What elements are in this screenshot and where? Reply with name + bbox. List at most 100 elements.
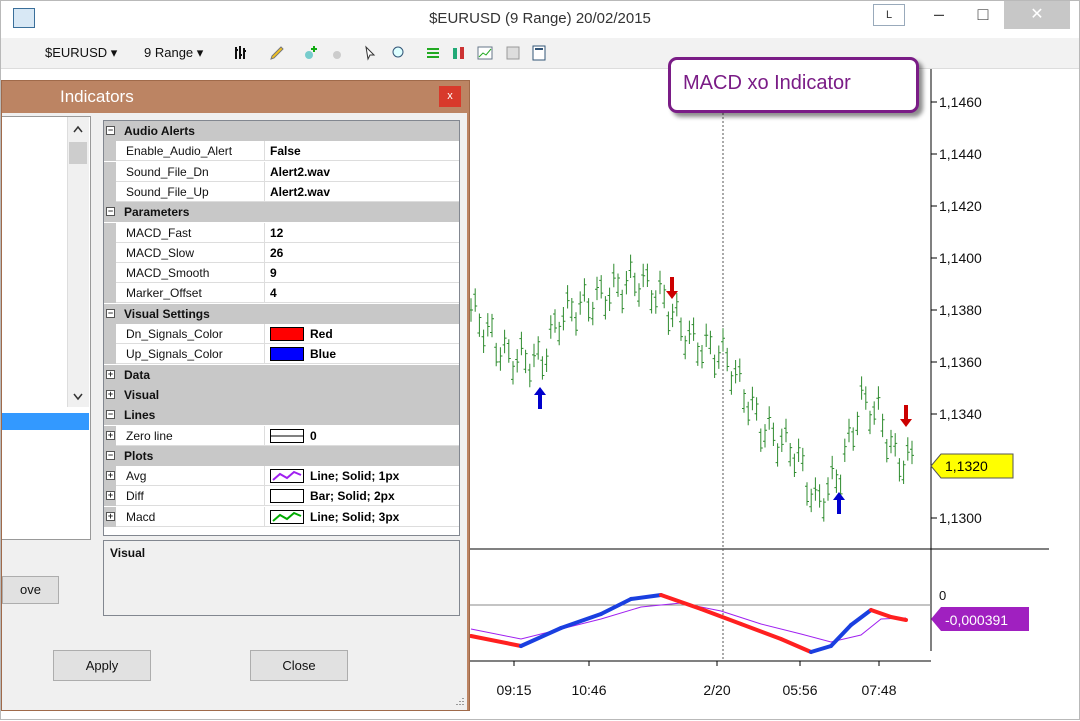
chart-style-icon[interactable] [477, 45, 493, 61]
column-divider [264, 181, 265, 202]
grid-category[interactable]: − Visual Settings [104, 303, 459, 324]
property-value[interactable]: False [270, 144, 301, 158]
maximize-button[interactable]: □ [961, 1, 1005, 31]
instrument-dropdown[interactable]: $EURUSD ▾ [45, 45, 117, 61]
zoom-icon[interactable] [391, 45, 407, 61]
property-label: Visual [124, 387, 160, 402]
grid-category[interactable]: + Data [104, 364, 459, 385]
column-divider [264, 344, 265, 365]
add-indicator-icon[interactable] [303, 45, 319, 61]
scroll-down-icon[interactable] [73, 393, 83, 401]
time-tick-label: 09:15 [496, 682, 531, 698]
property-value[interactable]: Alert2.wav [270, 185, 330, 199]
property-value: Red [310, 327, 333, 341]
chart-window: $EURUSD (9 Range) 20/02/2015 L – □ ✕ $EU… [0, 0, 1080, 720]
grid-category[interactable]: − Lines [104, 405, 459, 426]
property-label: Lines [124, 408, 156, 423]
grid-property[interactable]: + Diff Bar; Solid; 2px [104, 486, 459, 507]
property-value[interactable]: Alert2.wav [270, 165, 330, 179]
data-box-icon[interactable] [425, 45, 441, 61]
close-button[interactable]: Close [250, 650, 348, 681]
apply-button[interactable]: Apply [53, 650, 151, 681]
grid-category[interactable]: − Parameters [104, 202, 459, 223]
resize-grip-icon[interactable] [452, 695, 464, 707]
scroll-thumb[interactable] [69, 142, 87, 164]
grid-property[interactable]: MACD_Slow 26 [104, 242, 459, 263]
grid-category[interactable]: − Plots [104, 445, 459, 466]
price-tick-label: 1,1400 [939, 250, 982, 266]
property-label: Data [124, 367, 151, 382]
strategies-icon[interactable] [451, 45, 467, 61]
column-divider [264, 324, 265, 344]
property-label: Diff [126, 489, 144, 504]
expand-icon[interactable]: + [106, 430, 115, 440]
property-value[interactable]: 9 [270, 266, 277, 280]
macd-segment [739, 622, 783, 641]
expand-icon[interactable]: + [106, 491, 115, 501]
bar-type-icon[interactable] [233, 45, 249, 61]
column-divider [264, 486, 265, 507]
collapse-icon[interactable]: − [106, 450, 115, 460]
column-divider [264, 283, 265, 304]
grid-property[interactable]: + Macd Line; Solid; 3px [104, 506, 459, 527]
list-scrollbar[interactable] [67, 117, 89, 407]
close-window-button[interactable]: ✕ [1004, 1, 1070, 29]
description-box: Visual [103, 540, 460, 616]
grid-property[interactable]: Up_Signals_Color Blue [104, 344, 459, 365]
grid-property[interactable]: + Zero line 0 [104, 425, 459, 446]
property-grid[interactable]: − Audio Alerts Enable_Audio_Alert False Soun… [103, 120, 460, 536]
grid-property[interactable]: + Avg Line; Solid; 1px [104, 466, 459, 487]
list-item-selected[interactable] [2, 413, 89, 430]
collapse-icon[interactable]: − [106, 410, 115, 420]
property-label: Enable_Audio_Alert [126, 144, 233, 159]
grid-category[interactable]: + Visual [104, 384, 459, 405]
expand-icon[interactable]: + [106, 471, 115, 481]
grid-property[interactable]: Sound_File_Up Alert2.wav [104, 181, 459, 202]
macd-value-label: -0,000391 [945, 612, 1008, 628]
dollar-icon[interactable] [505, 45, 521, 61]
expand-icon[interactable]: + [106, 389, 115, 399]
property-value[interactable]: 12 [270, 226, 283, 240]
properties-icon[interactable] [531, 45, 547, 61]
row-margin [104, 263, 116, 284]
property-value: 0 [310, 428, 317, 443]
grid-category[interactable]: − Audio Alerts [104, 121, 459, 141]
collapse-icon[interactable]: − [106, 207, 115, 217]
row-margin [104, 324, 116, 344]
time-tick-label: 2/20 [703, 682, 730, 698]
column-divider [264, 466, 265, 487]
price-tick-label: 1,1360 [939, 354, 982, 370]
collapse-icon[interactable]: − [106, 126, 115, 135]
grid-property[interactable]: Dn_Signals_Color Red [104, 324, 459, 344]
property-value[interactable]: 4 [270, 286, 277, 300]
scroll-up-icon[interactable] [73, 125, 83, 133]
expand-icon[interactable]: + [106, 369, 115, 379]
column-divider [264, 161, 265, 182]
grid-property[interactable]: Enable_Audio_Alert False [104, 141, 459, 162]
period-dropdown[interactable]: 9 Range ▾ [144, 45, 203, 61]
last-price-label: 1,1320 [945, 458, 988, 474]
macd-callout: MACD xo Indicator [668, 57, 919, 113]
link-button[interactable]: L [873, 4, 905, 26]
callout-text: MACD xo Indicator [683, 72, 851, 94]
pencil-icon[interactable] [269, 45, 285, 61]
time-tick-label: 10:46 [571, 682, 606, 698]
grid-property[interactable]: Marker_Offset 4 [104, 283, 459, 304]
collapse-icon[interactable]: − [106, 308, 115, 318]
dialog-close-button[interactable]: x [439, 86, 461, 107]
remove-button[interactable]: ove [2, 576, 59, 604]
down-signal-arrow [666, 277, 678, 299]
remove-indicator-icon[interactable] [331, 45, 347, 61]
title-bar[interactable]: $EURUSD (9 Range) 20/02/2015 L – □ ✕ [1, 1, 1079, 37]
color-swatch [270, 347, 304, 362]
minimize-button[interactable]: – [917, 1, 961, 31]
grid-property[interactable]: Sound_File_Dn Alert2.wav [104, 161, 459, 182]
indicator-list[interactable] [2, 116, 91, 540]
expand-icon[interactable]: + [106, 511, 115, 521]
pointer-icon[interactable] [363, 45, 379, 61]
grid-property[interactable]: MACD_Smooth 9 [104, 263, 459, 284]
macd-segment [629, 593, 663, 601]
column-divider [264, 263, 265, 284]
grid-property[interactable]: MACD_Fast 12 [104, 222, 459, 243]
property-value[interactable]: 26 [270, 246, 283, 260]
